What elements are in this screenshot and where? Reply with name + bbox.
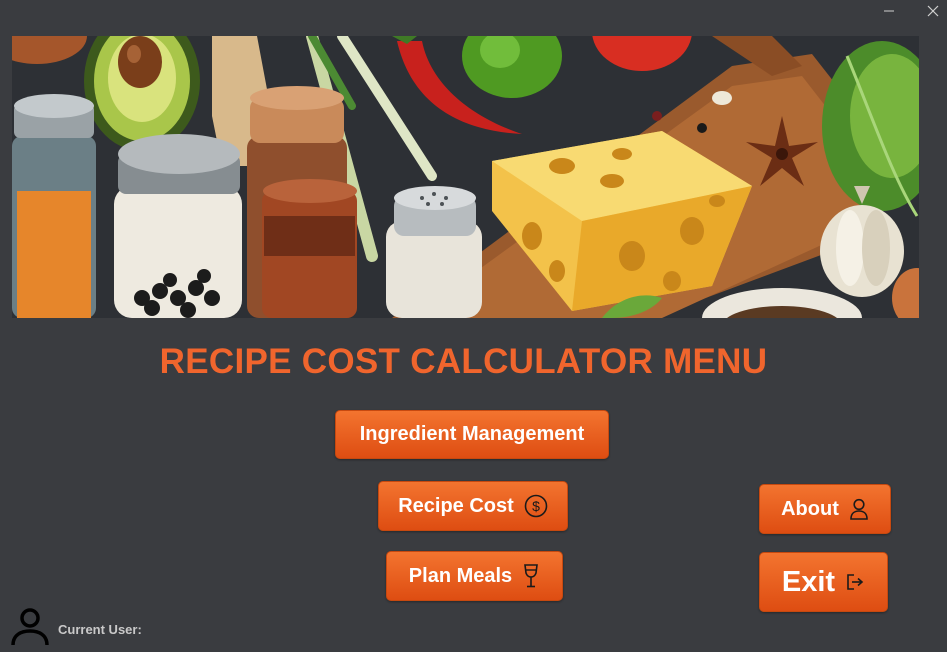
minimize-button[interactable] [874,0,904,22]
current-user-label: Current User: [58,622,142,637]
user-icon [849,498,869,520]
jar-icon [114,134,242,318]
salt-shaker-icon [386,186,482,318]
exit-button[interactable]: Exit [759,552,888,612]
about-button[interactable]: About [759,484,891,534]
dollar-circle-icon: $ [524,494,548,518]
user-avatar-icon [10,607,50,647]
svg-text:$: $ [532,498,540,514]
jar-icon [262,179,357,318]
about-label: About [781,497,839,520]
page-title: RECIPE COST CALCULATOR MENU [159,342,768,381]
exit-icon [845,572,865,592]
ingredient-management-button[interactable]: Ingredient Management [335,410,609,459]
spice-jar-icon [12,94,96,318]
banner-image [12,36,919,318]
plan-meals-label: Plan Meals [408,564,513,587]
close-icon [927,5,939,17]
recipe-cost-label: Recipe Cost [398,494,514,517]
wine-glass-icon [522,563,540,589]
plan-meals-button[interactable]: Plan Meals [386,551,563,601]
close-button[interactable] [918,0,947,22]
recipe-cost-button[interactable]: Recipe Cost $ [378,481,568,531]
exit-label: Exit [781,565,836,598]
minimize-icon [884,10,894,12]
ingredient-management-label: Ingredient Management [359,423,585,445]
